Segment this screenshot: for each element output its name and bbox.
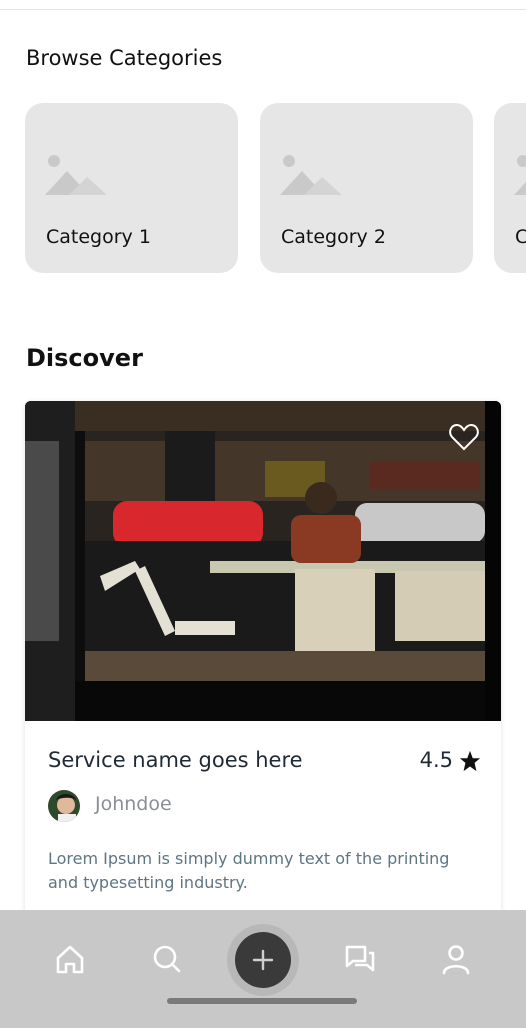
service-name: Service name goes here xyxy=(48,748,303,772)
bottom-navigation xyxy=(0,910,526,1028)
top-divider xyxy=(0,0,526,10)
author-name[interactable]: Johndoe xyxy=(95,793,172,815)
category-card-3[interactable]: C xyxy=(494,103,526,273)
favorite-heart-icon[interactable] xyxy=(449,423,479,451)
rating-value: 4.5 xyxy=(419,748,453,772)
profile-icon[interactable] xyxy=(439,942,473,976)
browse-categories-title: Browse Categories xyxy=(26,46,223,70)
chat-icon[interactable] xyxy=(343,942,377,976)
add-button[interactable] xyxy=(235,932,291,988)
image-placeholder-icon xyxy=(514,155,526,195)
service-card[interactable]: Service name goes here 4.5 Johndoe Lorem… xyxy=(25,401,501,961)
plus-icon xyxy=(252,949,274,971)
category-card-1[interactable]: Category 1 xyxy=(25,103,238,273)
avatar[interactable] xyxy=(48,790,80,822)
star-icon xyxy=(459,750,481,772)
discover-title: Discover xyxy=(26,344,143,372)
home-indicator xyxy=(167,998,357,1004)
service-photo xyxy=(25,401,501,721)
image-placeholder-icon xyxy=(280,155,342,195)
category-carousel[interactable]: Category 1 Category 2 C xyxy=(25,103,526,273)
category-card-2[interactable]: Category 2 xyxy=(260,103,473,273)
image-placeholder-icon xyxy=(45,155,107,195)
category-label: C xyxy=(515,226,526,248)
category-label: Category 2 xyxy=(281,226,386,248)
search-icon[interactable] xyxy=(150,942,184,976)
category-label: Category 1 xyxy=(46,226,151,248)
home-icon[interactable] xyxy=(53,942,87,976)
service-description: Lorem Ipsum is simply dummy text of the … xyxy=(48,849,450,892)
